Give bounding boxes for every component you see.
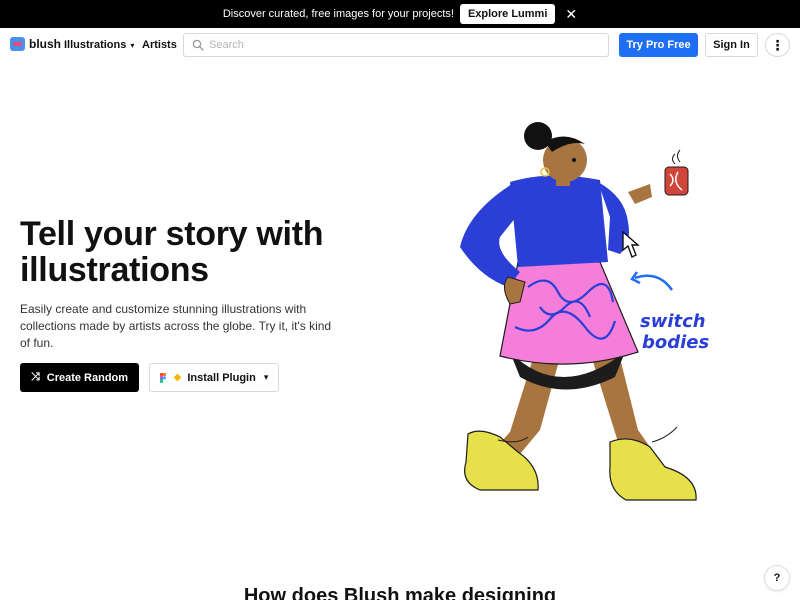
hero-subtitle: Easily create and customize stunning ill…	[20, 302, 332, 350]
install-plugin-button[interactable]: ◆ Install Plugin ▾	[149, 363, 279, 392]
explore-lummi-button[interactable]: Explore Lummi	[459, 4, 556, 24]
vertical-dots-icon[interactable]: ⋮	[765, 33, 790, 57]
section-title: How does Blush make designing	[243, 585, 557, 600]
nav-artists-label: Artists	[142, 39, 177, 51]
search-input[interactable]	[209, 39, 589, 51]
caption-bodies: bodies	[642, 332, 710, 353]
search-icon	[192, 39, 204, 51]
chevron-down-icon: ▾	[130, 40, 135, 50]
announcement-bar: Discover curated, free images for your p…	[0, 0, 800, 28]
install-plugin-label: Install Plugin	[187, 371, 256, 384]
close-icon[interactable]: ✕	[565, 7, 577, 21]
chevron-down-icon: ▾	[263, 372, 269, 382]
logo-text: blush	[29, 37, 61, 51]
create-random-button[interactable]: ⤨ Create Random	[20, 363, 139, 392]
hero-title: Tell your story with illustrations	[20, 215, 324, 289]
help-button[interactable]: ?	[765, 566, 789, 590]
blush-logo-icon	[10, 37, 25, 51]
create-random-label: Create Random	[46, 371, 129, 384]
help-icon: ?	[773, 572, 781, 584]
caption-switch: switch	[640, 311, 706, 332]
announcement-text: Discover curated, free images for your p…	[222, 8, 454, 20]
sign-in-button[interactable]: Sign In	[705, 33, 758, 57]
try-pro-button[interactable]: Try Pro Free	[619, 33, 698, 57]
nav-illustrations-label: Illustrations	[64, 39, 127, 51]
sketch-icon: ◆	[173, 372, 182, 383]
top-nav: blush Illustrations ▾ Artists Try Pro Fr…	[0, 28, 800, 62]
nav-illustrations[interactable]: Illustrations ▾	[64, 39, 134, 51]
hero-illustration: switch bodies	[460, 122, 710, 501]
nav-artists[interactable]: Artists	[142, 39, 177, 51]
figma-icon	[159, 372, 166, 383]
logo[interactable]: blush	[10, 37, 61, 51]
search-box[interactable]	[183, 33, 609, 57]
shuffle-icon: ⤨	[30, 371, 40, 383]
